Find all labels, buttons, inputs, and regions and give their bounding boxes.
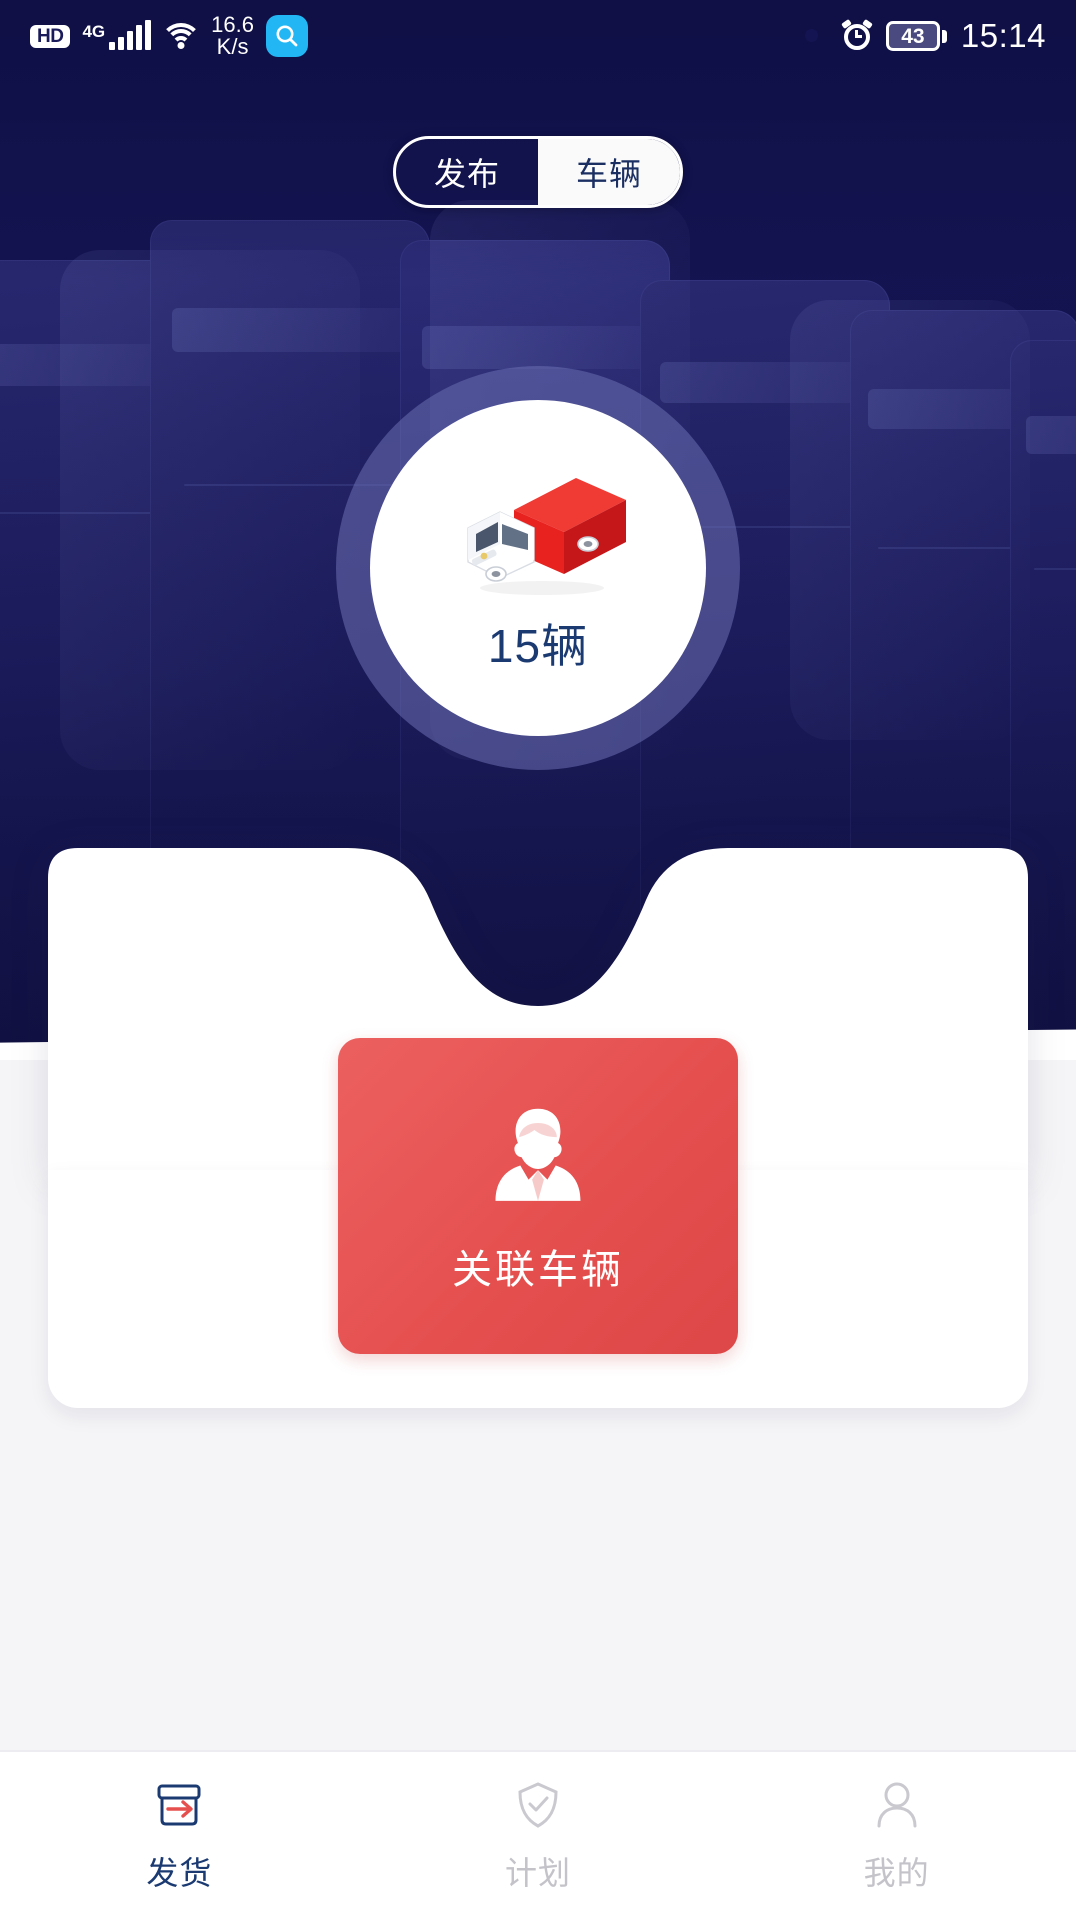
signal-bars-glyph [109, 20, 152, 50]
battery-level: 43 [901, 24, 925, 48]
network-speed: 16.6 K/s [211, 14, 254, 58]
person-in-suit-icon [495, 1108, 581, 1201]
status-bar-right: 43 15:14 [794, 17, 1046, 55]
eye-icon [794, 25, 828, 47]
network-type-label: 4G [82, 22, 106, 41]
nav-label-profile: 我的 [863, 1855, 930, 1891]
hd-badge: HD [30, 24, 71, 48]
search-icon[interactable] [265, 15, 308, 57]
battery-tip [941, 29, 947, 43]
clock: 15:14 [960, 17, 1046, 54]
wifi-icon [160, 21, 203, 51]
segmented-control[interactable]: 发布 车辆 [393, 136, 683, 208]
battery-indicator: 43 [885, 21, 947, 51]
shield-check-icon [507, 1774, 569, 1836]
alarm-clock-icon [840, 18, 873, 51]
signal-bars-icon: 4G [82, 20, 152, 50]
tab-vehicles[interactable]: 车辆 [538, 139, 680, 205]
nav-item-profile[interactable]: 我的 [717, 1752, 1076, 1916]
status-bar-left: HD 4G 16.6 K/s [30, 14, 308, 58]
bottom-navigation: 发货 计划 我的 [0, 1750, 1076, 1916]
link-vehicle-label: 关联车辆 [452, 1248, 624, 1292]
vehicle-count-label: 15辆 [487, 620, 589, 672]
nav-item-shipping[interactable]: 发货 [0, 1752, 359, 1916]
nav-label-shipping: 发货 [146, 1855, 213, 1891]
vehicle-count-circle-inner: 15辆 [370, 400, 706, 736]
person-outline-icon [866, 1774, 928, 1836]
nav-item-plan[interactable]: 计划 [359, 1752, 718, 1916]
tab-publish[interactable]: 发布 [396, 139, 538, 205]
status-bar: HD 4G 16.6 K/s 43 15:14 [0, 0, 1076, 72]
delivery-truck-illustration [467, 478, 626, 595]
package-arrow-icon [148, 1774, 210, 1836]
nav-label-plan: 计划 [505, 1855, 572, 1891]
network-speed-unit: K/s [216, 34, 249, 59]
vehicle-count-circle[interactable]: 15辆 [336, 366, 740, 770]
link-vehicle-card[interactable]: 关联车辆 [338, 1038, 738, 1354]
